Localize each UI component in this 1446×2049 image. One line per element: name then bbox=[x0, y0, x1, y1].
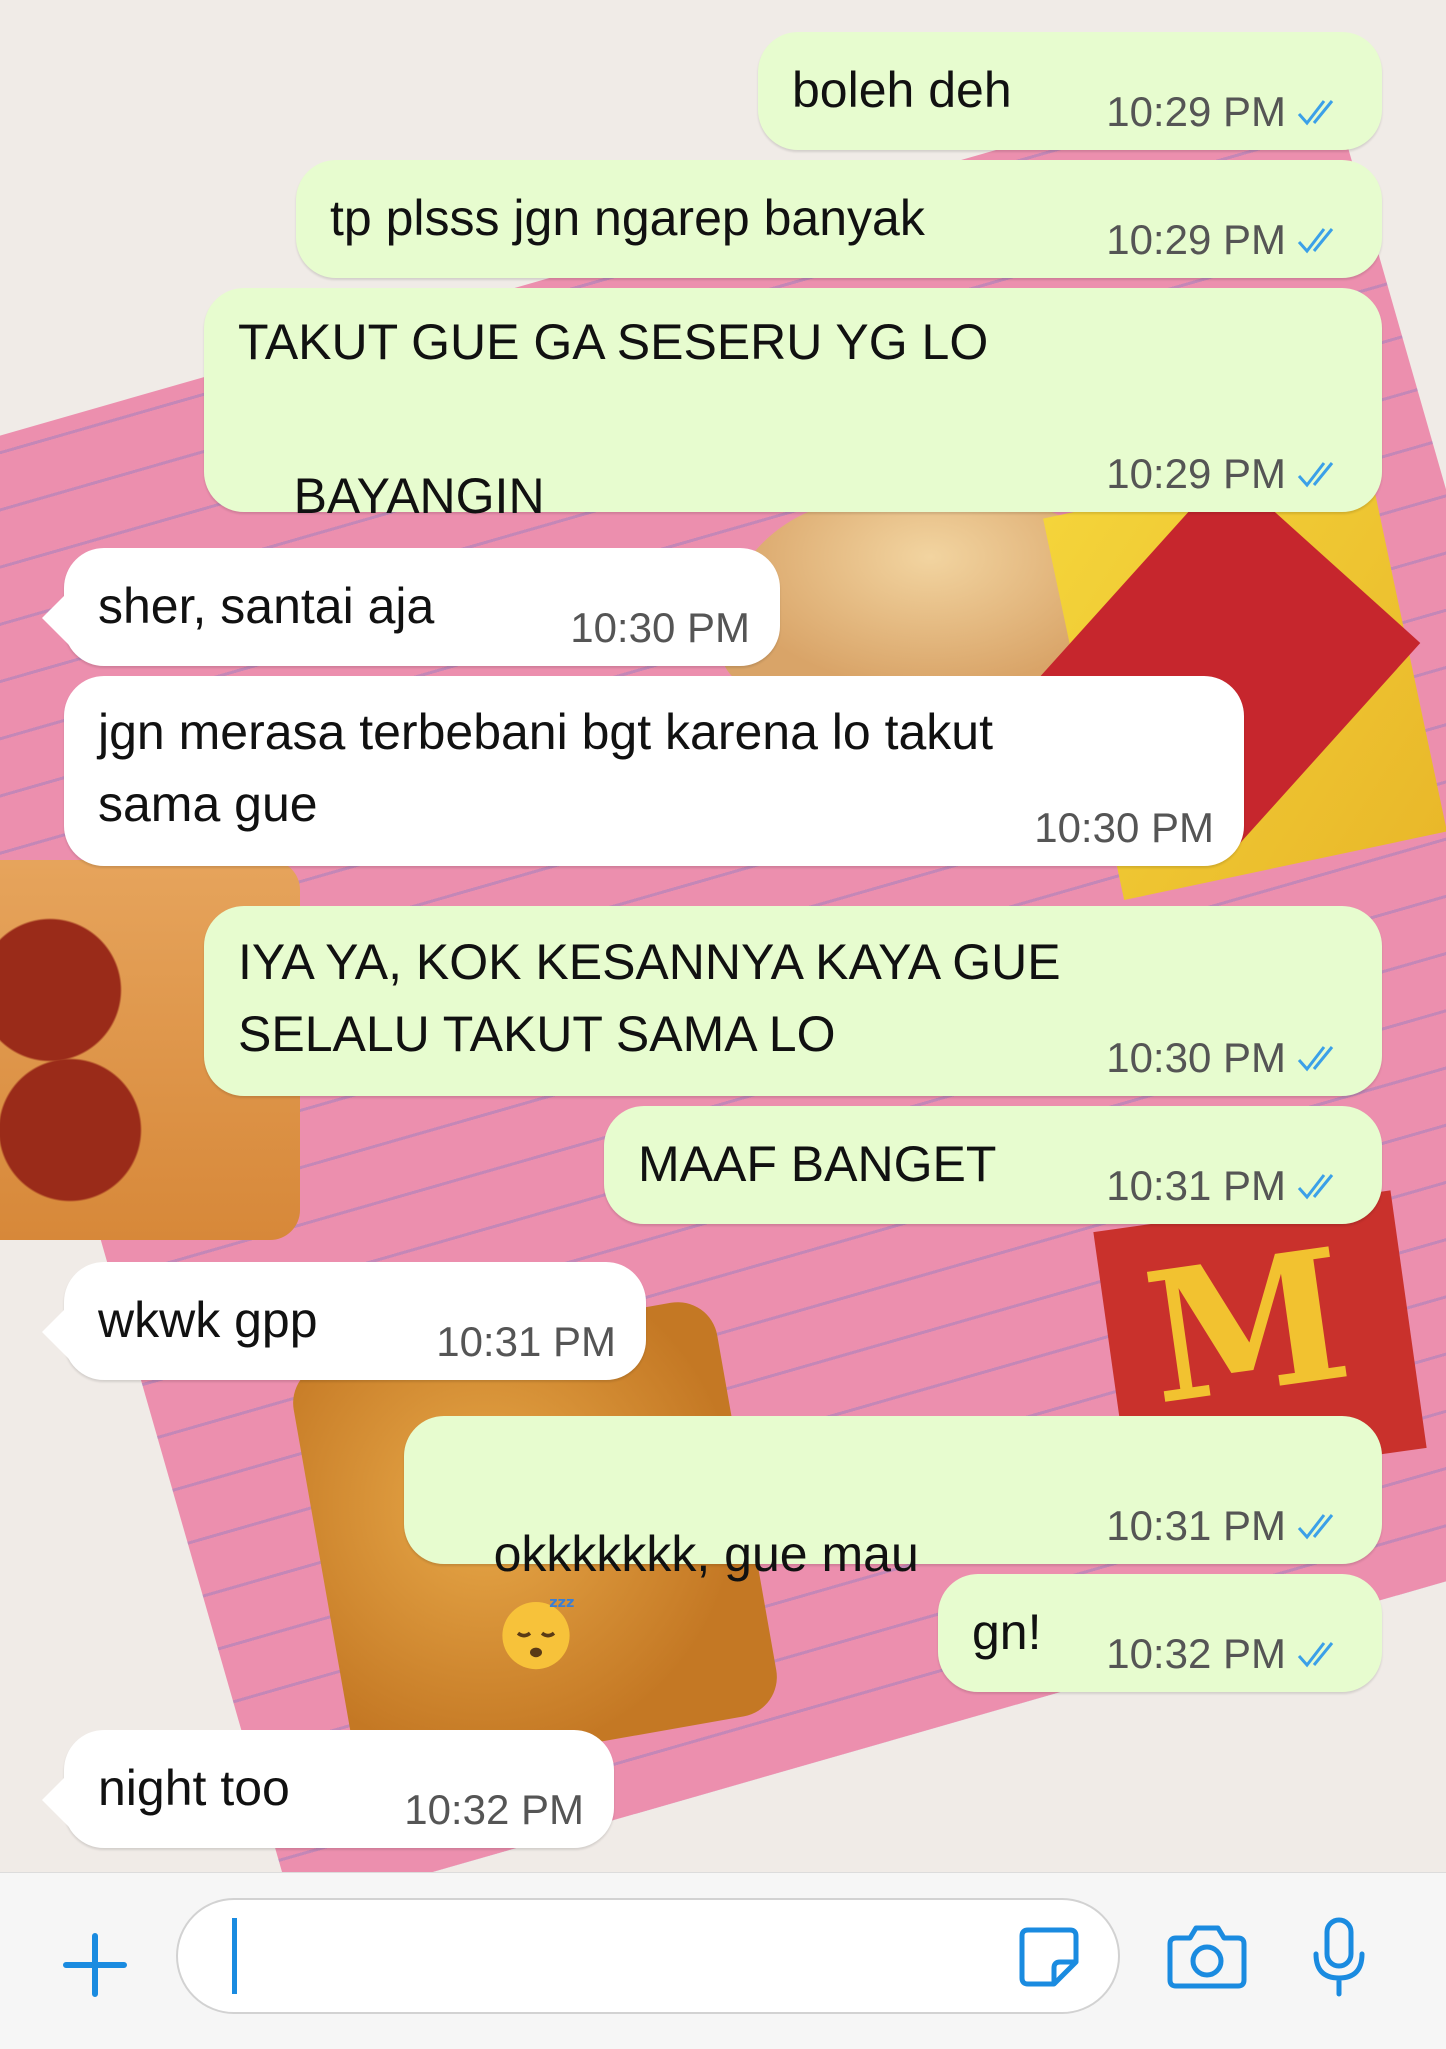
text-cursor bbox=[232, 1918, 237, 1994]
message-text-continued: BAYANGIN bbox=[293, 468, 545, 524]
message-text: jgn merasa terbebani bgt karena lo takut bbox=[98, 704, 993, 760]
message-time: 10:30 PM bbox=[1034, 804, 1214, 851]
message-meta: 10:30 PM bbox=[570, 600, 750, 656]
double-check-read-icon bbox=[1297, 228, 1334, 254]
message-meta: 10:31 PM bbox=[1106, 1158, 1348, 1214]
message-bubble-outgoing[interactable]: gn! 10:32 PM bbox=[938, 1574, 1382, 1692]
message-text: TAKUT GUE GA SESERU YG LO bbox=[238, 314, 989, 370]
message-meta: 10:29 PM bbox=[1106, 84, 1348, 140]
message-bubble-outgoing[interactable]: IYA YA, KOK KESANNYA KAYA GUE SELALU TAK… bbox=[204, 906, 1382, 1096]
message-text: MAAF BANGET bbox=[638, 1136, 997, 1192]
message-text: okkkkkkk, gue mau zzz bbox=[438, 1446, 919, 1746]
camera-icon[interactable] bbox=[1166, 1920, 1248, 1990]
message-meta: 10:29 PM bbox=[1106, 212, 1348, 268]
message-bubble-outgoing[interactable]: TAKUT GUE GA SESERU YG LO BAYANGIN 10:29… bbox=[204, 288, 1382, 601]
double-check-read-icon bbox=[1297, 100, 1334, 126]
message-time: 10:31 PM bbox=[1106, 1162, 1286, 1209]
sticker-icon[interactable] bbox=[1016, 1924, 1082, 1990]
message-input[interactable] bbox=[176, 1898, 1120, 2014]
message-bubble-incoming[interactable]: jgn merasa terbebani bgt karena lo takut… bbox=[64, 676, 1244, 866]
message-text: night too bbox=[98, 1760, 290, 1816]
svg-text:zzz: zzz bbox=[549, 1595, 574, 1611]
plus-icon[interactable] bbox=[60, 1930, 130, 2000]
message-bubble-incoming[interactable]: night too 10:32 PM bbox=[42, 1730, 614, 1848]
message-text: boleh deh bbox=[792, 62, 1012, 118]
message-meta: 10:31 PM bbox=[1106, 1498, 1348, 1554]
message-time: 10:30 PM bbox=[570, 604, 750, 651]
message-time: 10:29 PM bbox=[1106, 216, 1286, 263]
message-bubble-incoming[interactable]: sher, santai aja 10:30 PM bbox=[42, 548, 780, 666]
message-time: 10:32 PM bbox=[1106, 1630, 1286, 1677]
message-text: gn! bbox=[972, 1604, 1042, 1660]
message-meta: 10:31 PM bbox=[436, 1314, 616, 1370]
double-check-read-icon bbox=[1297, 1174, 1334, 1200]
microphone-icon[interactable] bbox=[1310, 1916, 1368, 1998]
message-bubble-outgoing[interactable]: boleh deh 10:29 PM bbox=[758, 32, 1382, 150]
bubble-tail bbox=[42, 1302, 72, 1362]
message-meta: 10:30 PM bbox=[1106, 1030, 1348, 1086]
bubble-tail bbox=[42, 588, 72, 648]
message-time: 10:29 PM bbox=[1106, 450, 1286, 497]
message-bubble-incoming[interactable]: wkwk gpp 10:31 PM bbox=[42, 1262, 646, 1380]
message-text-content: okkkkkkk, gue mau bbox=[493, 1526, 919, 1582]
message-time: 10:31 PM bbox=[436, 1318, 616, 1365]
bubble-tail bbox=[42, 1770, 72, 1830]
message-meta: 10:29 PM bbox=[1106, 446, 1348, 502]
message-text-line2: sama gue bbox=[98, 776, 318, 832]
double-check-read-icon bbox=[1297, 1046, 1334, 1072]
message-time: 10:30 PM bbox=[1106, 1034, 1286, 1081]
message-time: 10:29 PM bbox=[1106, 88, 1286, 135]
sleeping-face-icon: zzz bbox=[501, 1595, 574, 1670]
double-check-read-icon bbox=[1297, 462, 1334, 488]
message-bubble-outgoing[interactable]: tp plsss jgn ngarep banyak 10:29 PM bbox=[296, 160, 1382, 278]
message-text: tp plsss jgn ngarep banyak bbox=[330, 190, 925, 246]
message-time: 10:32 PM bbox=[404, 1786, 584, 1833]
double-check-read-icon bbox=[1297, 1514, 1334, 1540]
message-text: sher, santai aja bbox=[98, 578, 435, 634]
message-bubble-outgoing[interactable]: okkkkkkk, gue mau zzz 10:31 PM bbox=[404, 1416, 1382, 1670]
message-text: wkwk gpp bbox=[98, 1292, 318, 1348]
message-time: 10:31 PM bbox=[1106, 1502, 1286, 1549]
message-meta: 10:32 PM bbox=[404, 1782, 584, 1838]
message-meta: 10:32 PM bbox=[1106, 1626, 1348, 1682]
message-text-line2: SELALU TAKUT SAMA LO bbox=[238, 1006, 836, 1062]
message-meta: 10:30 PM bbox=[1034, 800, 1214, 856]
double-check-read-icon bbox=[1297, 1642, 1334, 1668]
message-text: IYA YA, KOK KESANNYA KAYA GUE bbox=[238, 934, 1061, 990]
message-bubble-outgoing[interactable]: MAAF BANGET 10:31 PM bbox=[604, 1106, 1382, 1224]
